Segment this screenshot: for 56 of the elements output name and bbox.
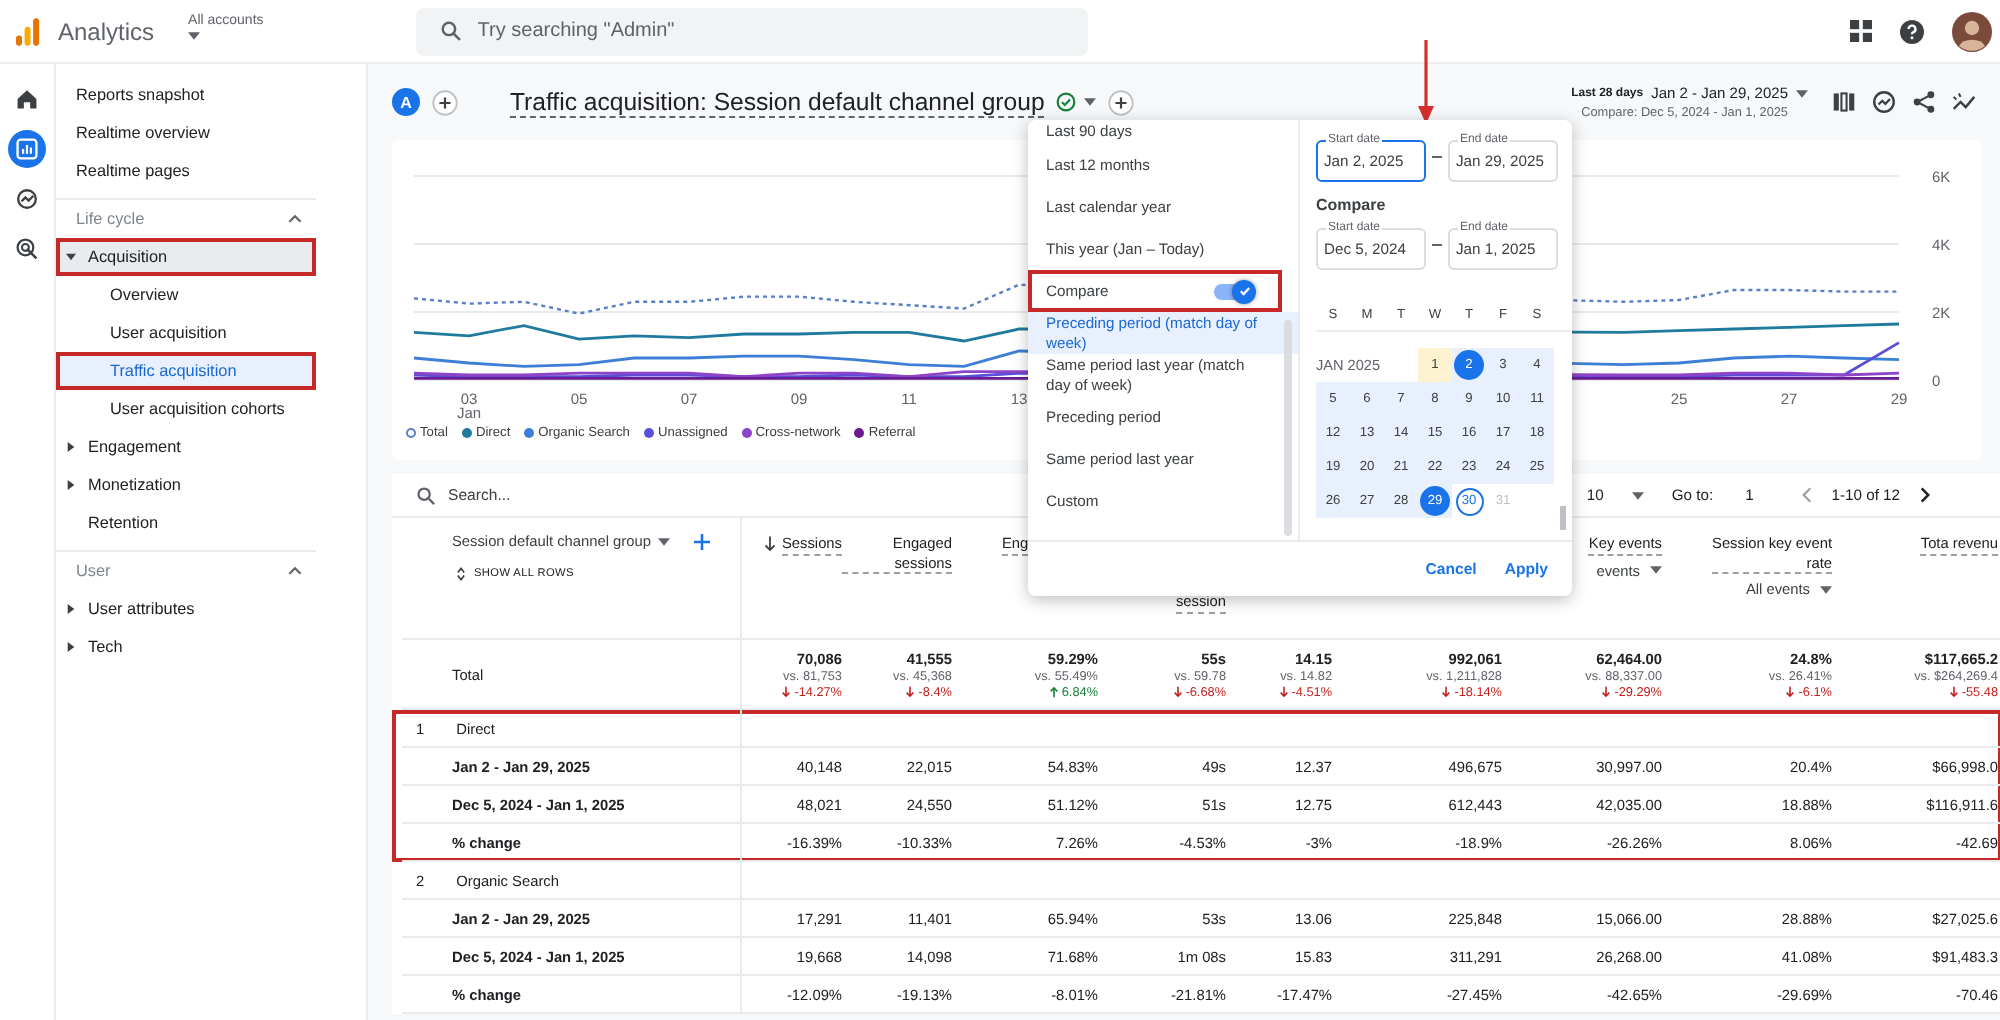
trend-icon[interactable]	[1952, 90, 1976, 114]
nav-item[interactable]: Realtime overview	[56, 114, 316, 152]
caret-icon[interactable]	[66, 442, 76, 452]
columns-icon[interactable]	[1832, 90, 1856, 114]
expand-icon[interactable]	[456, 566, 466, 582]
caret-icon[interactable]	[1631, 491, 1644, 499]
check-icon	[1056, 92, 1077, 112]
nav-item[interactable]: Acquisition	[88, 248, 168, 266]
nav-item[interactable]: Tech	[88, 638, 123, 656]
help-icon[interactable]	[1900, 19, 1924, 43]
section-header[interactable]: Life cycle	[76, 210, 145, 228]
nav-item[interactable]: Monetization	[88, 476, 181, 494]
check-icon	[1237, 284, 1251, 298]
search-icon	[416, 485, 436, 505]
report-title: Traffic acquisition: Session default channel group	[510, 87, 1045, 117]
search-icon	[439, 19, 462, 41]
product-name: Analytics	[58, 17, 155, 45]
compare-heading: Compare	[1316, 196, 1388, 214]
caret-icon[interactable]	[66, 642, 76, 652]
section-header[interactable]: User	[76, 562, 111, 580]
avatar[interactable]	[1952, 11, 1992, 51]
share-icon[interactable]	[1912, 90, 1936, 114]
search-field[interactable]: Try searching "Admin"	[415, 7, 1088, 55]
caret-icon[interactable]	[658, 537, 671, 545]
logo-icon	[16, 17, 40, 45]
nav-item[interactable]: Retention	[88, 514, 159, 532]
property-badge[interactable]: A	[392, 88, 420, 116]
caret-icon[interactable]	[1820, 585, 1832, 594]
nav-subitem[interactable]: User acquisition cohorts	[56, 390, 316, 428]
previous-icon[interactable]	[1801, 486, 1812, 504]
caret-icon[interactable]	[188, 32, 201, 40]
caret-icon[interactable]	[1084, 98, 1097, 106]
nav-item[interactable]: Engagement	[88, 438, 181, 456]
caret-icon[interactable]	[1650, 566, 1662, 575]
sort-arrow-icon[interactable]	[764, 536, 776, 552]
add-icon[interactable]	[432, 89, 458, 115]
bar-chart-icon[interactable]	[8, 130, 46, 168]
nav-subitem[interactable]: User acquisition	[56, 314, 316, 352]
nav-subitem[interactable]: Overview	[56, 276, 316, 314]
caret-icon[interactable]	[66, 480, 76, 490]
chevron-icon[interactable]	[288, 214, 302, 224]
nav-item[interactable]: Reports snapshot	[56, 76, 316, 114]
chevron-icon[interactable]	[288, 566, 302, 576]
caret-icon[interactable]	[66, 604, 76, 614]
next-icon[interactable]	[1920, 486, 1930, 504]
nav-item[interactable]: Realtime pages	[56, 152, 316, 190]
add-icon[interactable]	[694, 533, 711, 549]
insights-icon[interactable]	[1872, 90, 1896, 114]
add-icon[interactable]	[1108, 89, 1135, 115]
caret-icon[interactable]	[1796, 89, 1808, 97]
nav-item[interactable]: User attributes	[88, 600, 195, 618]
nav-subitem[interactable]: Traffic acquisition	[56, 352, 316, 390]
apps-icon[interactable]	[1850, 20, 1872, 42]
caret-icon[interactable]	[66, 252, 76, 262]
annotation-arrow	[1418, 40, 1434, 124]
compare-switch[interactable]	[1214, 283, 1254, 299]
